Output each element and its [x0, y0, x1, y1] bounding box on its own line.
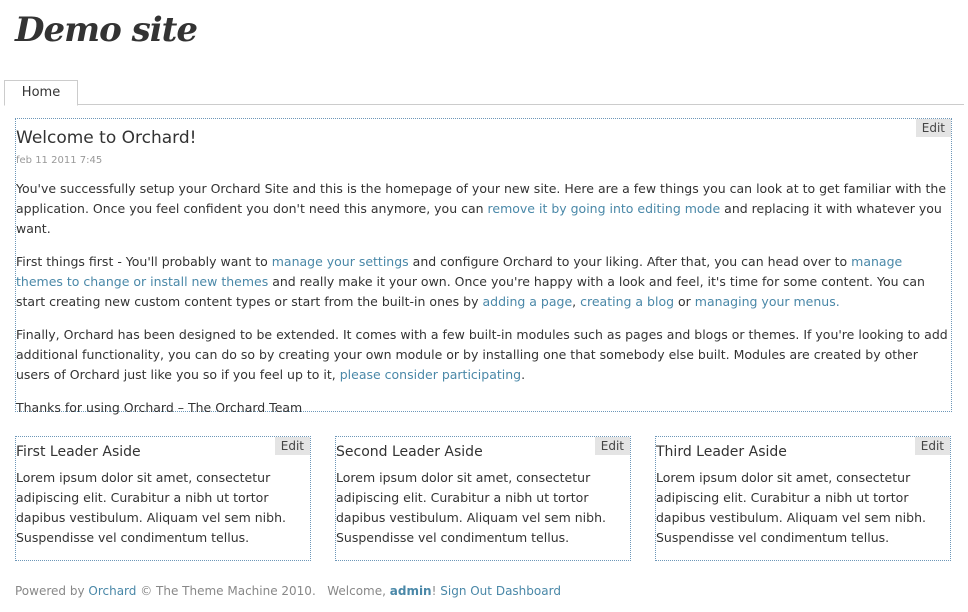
remove-editing-link[interactable]: remove it by going into editing mode — [488, 201, 721, 216]
footer: Powered by Orchard © The Theme Machine 2… — [15, 584, 561, 598]
welcome-body: You've successfully setup your Orchard S… — [16, 179, 951, 431]
aside-title: Second Leader Aside — [336, 444, 483, 460]
post-date: feb 11 2011 7:45 — [16, 155, 103, 166]
exclaim-text: ! — [431, 584, 437, 598]
creating-blog-link[interactable]: creating a blog — [580, 294, 674, 309]
edit-button-aside-second[interactable]: Edit — [594, 437, 630, 455]
text: . — [521, 367, 526, 382]
aside-body: Lorem ipsum dolor sit amet, consectetur … — [336, 470, 606, 545]
adding-page-link[interactable]: adding a page — [482, 294, 572, 309]
paragraph-first-things: First things first - You'll probably wan… — [16, 252, 951, 312]
paragraph-thanks: Thanks for using Orchard – The Orchard T… — [16, 400, 303, 415]
sign-out-link[interactable]: Sign Out — [440, 584, 492, 598]
tab-home[interactable]: Home — [4, 80, 78, 106]
nav-divider — [4, 104, 964, 105]
admin-user-link[interactable]: admin — [390, 584, 432, 598]
page-title: Welcome to Orchard! — [16, 128, 197, 148]
welcome-zone: Edit Welcome to Orchard! feb 11 2011 7:4… — [15, 118, 952, 415]
managing-menus-link[interactable]: managing your menus. — [695, 294, 840, 309]
aside-body: Lorem ipsum dolor sit amet, consectetur … — [656, 470, 926, 545]
aside-second: Edit Second Leader Aside Lorem ipsum dol… — [335, 436, 631, 561]
powered-by-text: Powered by — [15, 584, 89, 598]
aside-third: Edit Third Leader Aside Lorem ipsum dolo… — [655, 436, 951, 561]
text: , — [572, 294, 581, 309]
aside-body: Lorem ipsum dolor sit amet, consectetur … — [16, 470, 286, 545]
text: or — [674, 294, 695, 309]
manage-settings-link[interactable]: manage your settings — [272, 254, 409, 269]
paragraph-finally: Finally, Orchard has been designed to be… — [16, 325, 951, 385]
dashboard-link[interactable]: Dashboard — [496, 584, 561, 598]
participating-link[interactable]: please consider participating — [340, 367, 521, 382]
text: and configure Orchard to your liking. Af… — [408, 254, 852, 269]
aside-title: Third Leader Aside — [656, 444, 787, 460]
edit-button-welcome[interactable]: Edit — [915, 119, 951, 137]
site-title: Demo site — [15, 10, 198, 50]
paragraph-intro: You've successfully setup your Orchard S… — [16, 179, 951, 239]
copyright-text: © The Theme Machine 2010. — [136, 584, 316, 598]
aside-first: Edit First Leader Aside Lorem ipsum dolo… — [15, 436, 311, 561]
orchard-link[interactable]: Orchard — [88, 584, 136, 598]
text: First things first - You'll probably wan… — [16, 254, 272, 269]
aside-title: First Leader Aside — [16, 444, 141, 460]
edit-button-aside-first[interactable]: Edit — [274, 437, 310, 455]
welcome-text: Welcome, — [327, 584, 390, 598]
edit-button-aside-third[interactable]: Edit — [914, 437, 950, 455]
